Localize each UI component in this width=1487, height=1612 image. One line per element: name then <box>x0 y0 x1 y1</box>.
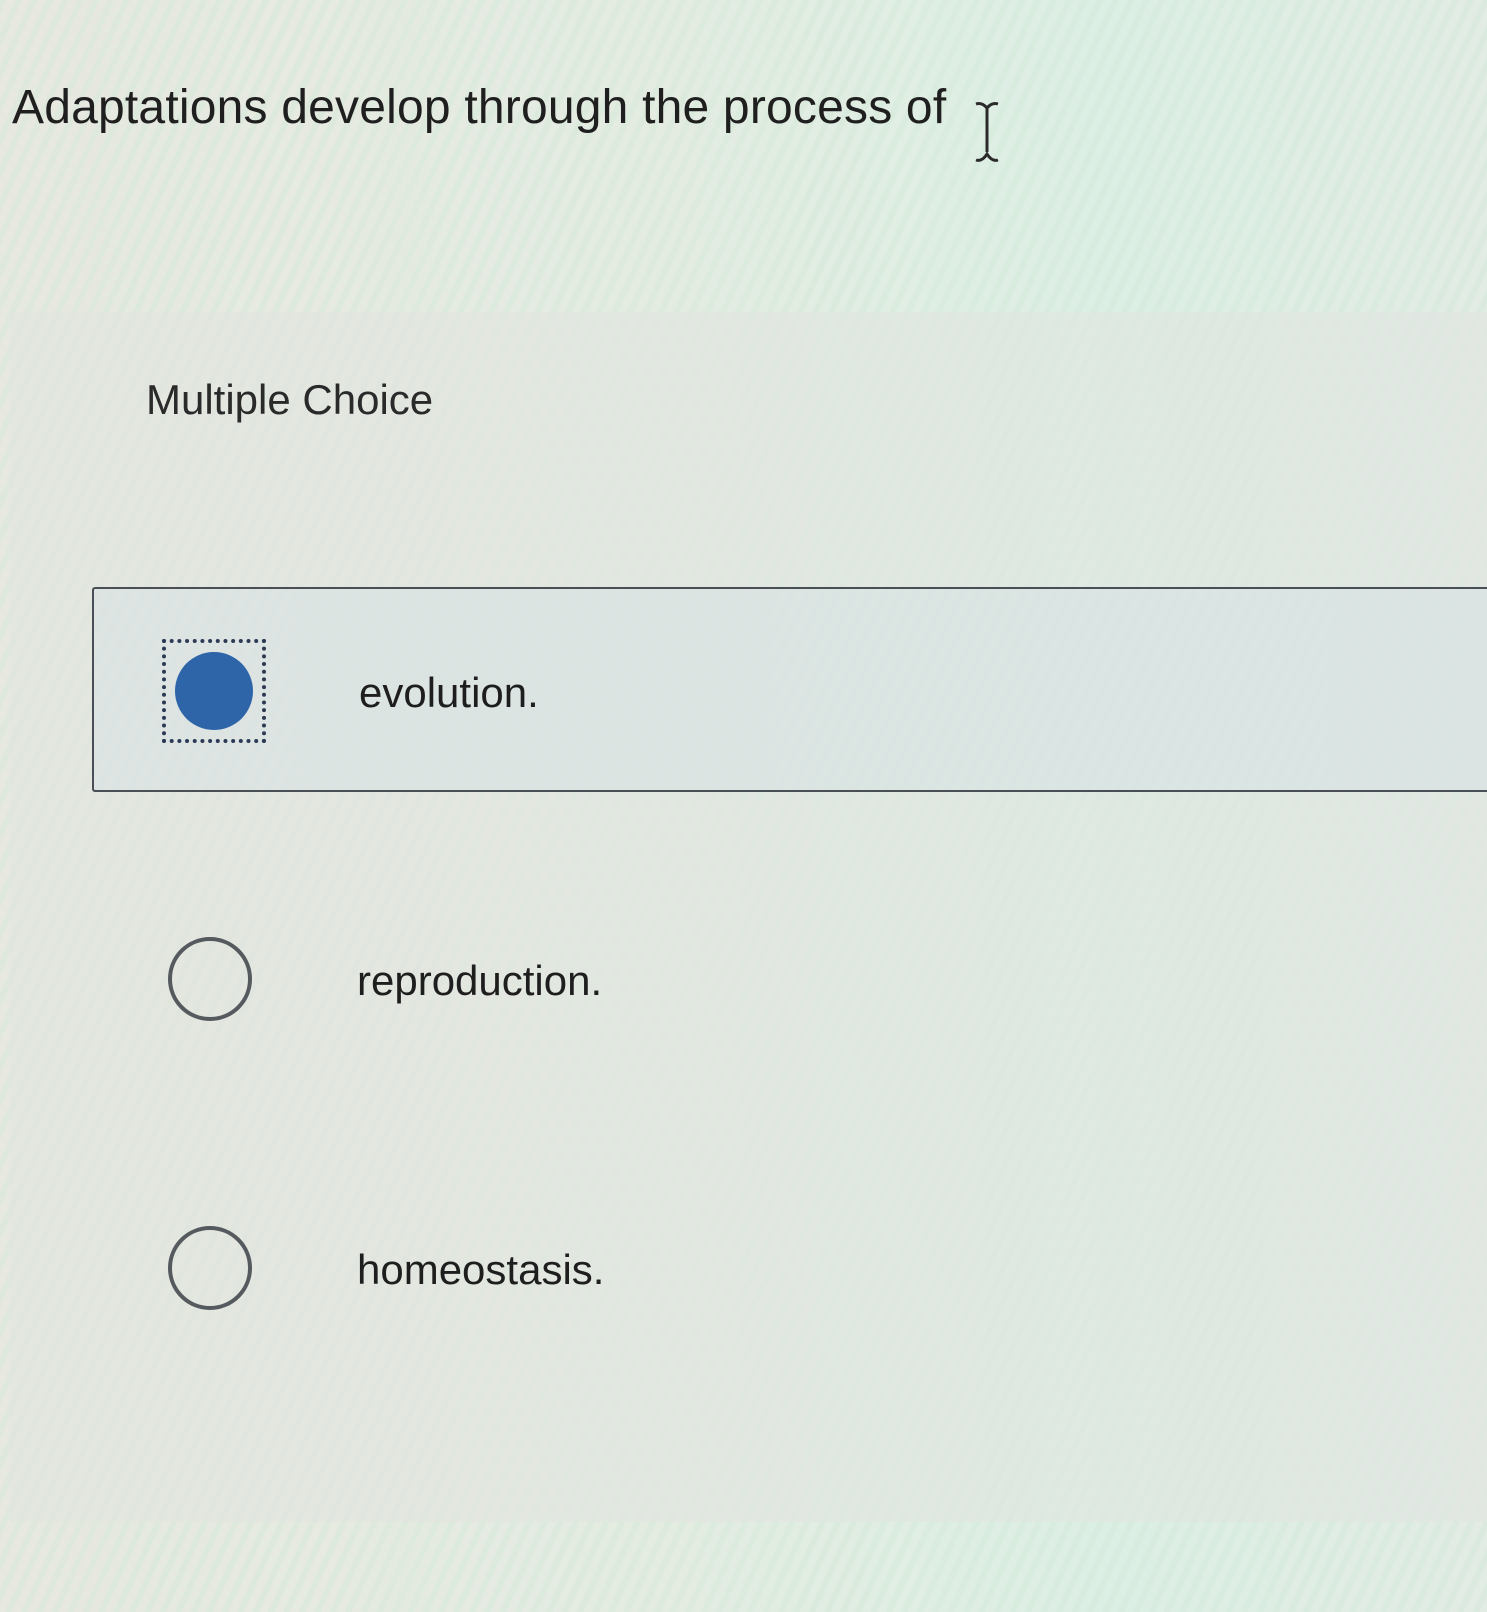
option-evolution[interactable]: evolution. <box>92 587 1487 792</box>
option-label: reproduction. <box>357 957 603 1004</box>
question-text: Adaptations develop through the process … <box>12 81 947 134</box>
radio-dot <box>175 652 253 730</box>
radio-empty-icon[interactable] <box>168 937 252 1021</box>
radio-selected-icon[interactable] <box>162 639 266 743</box>
question-type-label: Multiple Choice <box>146 376 434 423</box>
option-homeostasis[interactable]: homeostasis. <box>92 1166 1487 1371</box>
option-label: evolution. <box>359 669 539 716</box>
text-cursor-icon <box>975 102 999 162</box>
option-label: homeostasis. <box>357 1246 605 1293</box>
option-reproduction[interactable]: reproduction. <box>92 877 1487 1082</box>
radio-empty-icon[interactable] <box>168 1226 252 1310</box>
